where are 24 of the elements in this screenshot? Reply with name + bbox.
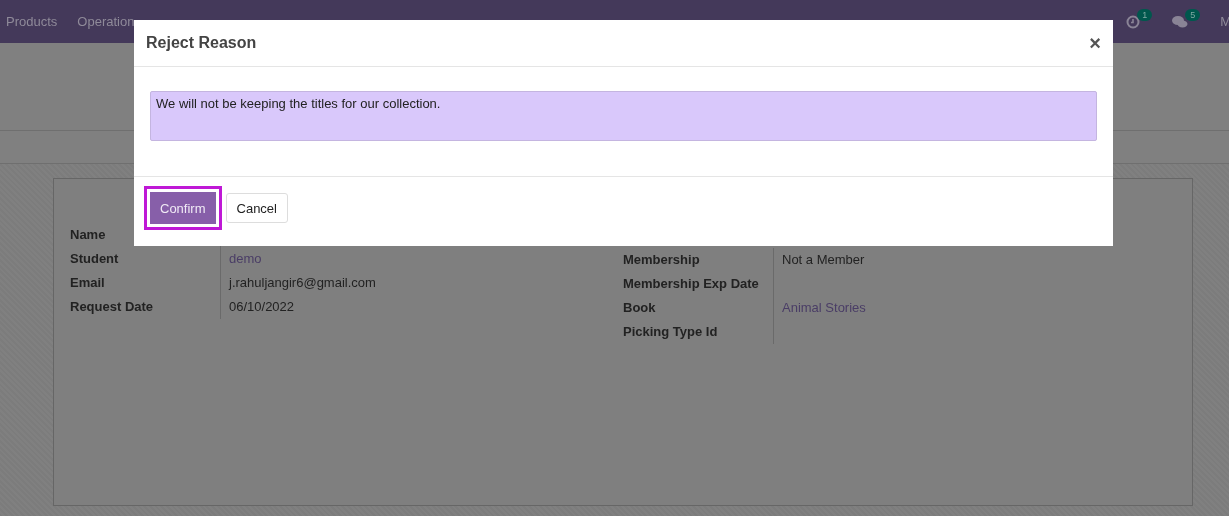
field-label: Book [623, 299, 657, 317]
field-label: Picking Type Id [623, 323, 719, 341]
cancel-button[interactable]: Cancel [225, 193, 288, 223]
field-label: Membership [623, 251, 701, 269]
field-value: 06/10/2022 [229, 299, 295, 314]
chat-icon[interactable] [1172, 14, 1189, 29]
field-link[interactable]: Animal Stories [782, 300, 866, 315]
dialog-title: Reject Reason [146, 34, 257, 52]
field-value: j.rahuljangir6@gmail.com [229, 275, 376, 290]
field-label: Membership Exp Date [623, 275, 760, 293]
field-label: Name [70, 226, 107, 244]
field-label: Request Date [70, 298, 155, 316]
close-button[interactable]: × [1089, 31, 1101, 55]
clock-icon[interactable] [1126, 14, 1141, 29]
confirm-button[interactable]: Confirm [144, 186, 222, 230]
count-badge: 1 [1137, 8, 1153, 21]
field-link[interactable]: demo [229, 251, 262, 266]
field-label: Email [70, 274, 106, 292]
reason-field[interactable]: We will not be keeping the titles for our collection. [150, 91, 1097, 141]
menu-item[interactable]: Operation [77, 14, 135, 29]
menu-item[interactable]: Products [6, 14, 58, 29]
field-label: Student [70, 250, 120, 268]
field-value: Not a Member [782, 252, 865, 267]
count-badge: 5 [1185, 8, 1201, 21]
